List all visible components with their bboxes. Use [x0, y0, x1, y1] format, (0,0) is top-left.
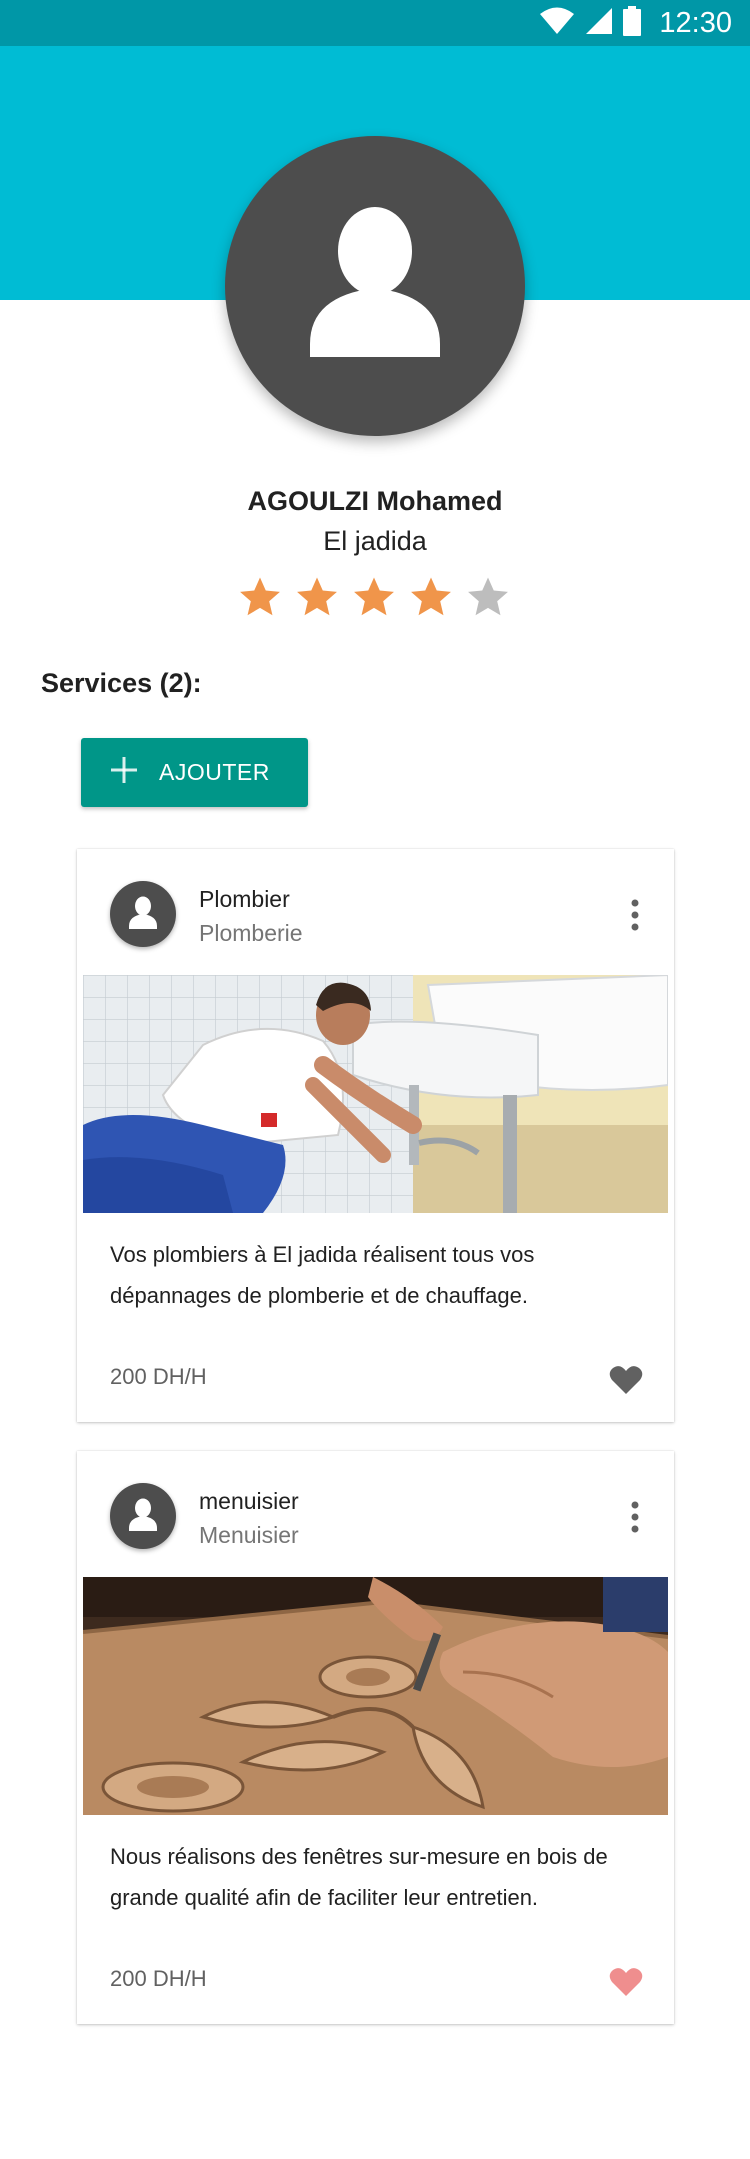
- service-category: Plomberie: [199, 920, 303, 946]
- heart-icon[interactable]: [609, 1966, 643, 1998]
- add-service-label: AJOUTER: [159, 759, 270, 785]
- service-price: 200 DH/H: [110, 1966, 207, 1991]
- service-card[interactable]: menuisier Menuisier Nous réalisons des f…: [77, 1451, 674, 2024]
- status-time: 12:30: [659, 6, 732, 39]
- service-description: Vos plombiers à El jadida réalisent tous…: [110, 1242, 535, 1308]
- battery-icon: [623, 5, 642, 41]
- star-filled-icon: [294, 574, 340, 624]
- profile-city: El jadida: [323, 526, 427, 556]
- signal-icon: [585, 7, 613, 40]
- person-icon: [129, 896, 157, 929]
- services-title: Services (2):: [41, 668, 202, 698]
- service-avatar: [110, 1483, 176, 1549]
- star-filled-icon: [408, 574, 454, 624]
- person-icon: [310, 207, 440, 357]
- heart-icon[interactable]: [609, 1364, 643, 1396]
- star-filled-icon: [237, 574, 283, 624]
- plus-icon: [111, 757, 137, 788]
- profile-avatar[interactable]: [225, 136, 525, 436]
- star-filled-icon: [351, 574, 397, 624]
- service-avatar: [110, 881, 176, 947]
- add-service-button[interactable]: AJOUTER: [81, 738, 308, 807]
- rating-stars: [237, 574, 513, 624]
- status-icons: 12:30: [539, 0, 732, 46]
- profile-name: AGOULZI Mohamed: [247, 486, 503, 516]
- plumber-photo: [83, 975, 668, 1213]
- service-title: menuisier: [199, 1488, 299, 1514]
- more-vert-icon[interactable]: [625, 1499, 645, 1535]
- service-card[interactable]: Plombier Plomberie Vos plombiers à El ja…: [77, 849, 674, 1422]
- person-icon: [129, 1498, 157, 1531]
- service-description: Nous réalisons des fenêtres sur-mesure e…: [110, 1844, 608, 1910]
- wifi-icon: [539, 7, 575, 40]
- star-empty-icon: [465, 574, 511, 624]
- woodcarving-photo: [83, 1577, 668, 1815]
- status-bar: 12:30: [0, 0, 750, 46]
- service-title: Plombier: [199, 886, 290, 912]
- more-vert-icon[interactable]: [625, 897, 645, 933]
- service-price: 200 DH/H: [110, 1364, 207, 1389]
- service-category: Menuisier: [199, 1522, 299, 1548]
